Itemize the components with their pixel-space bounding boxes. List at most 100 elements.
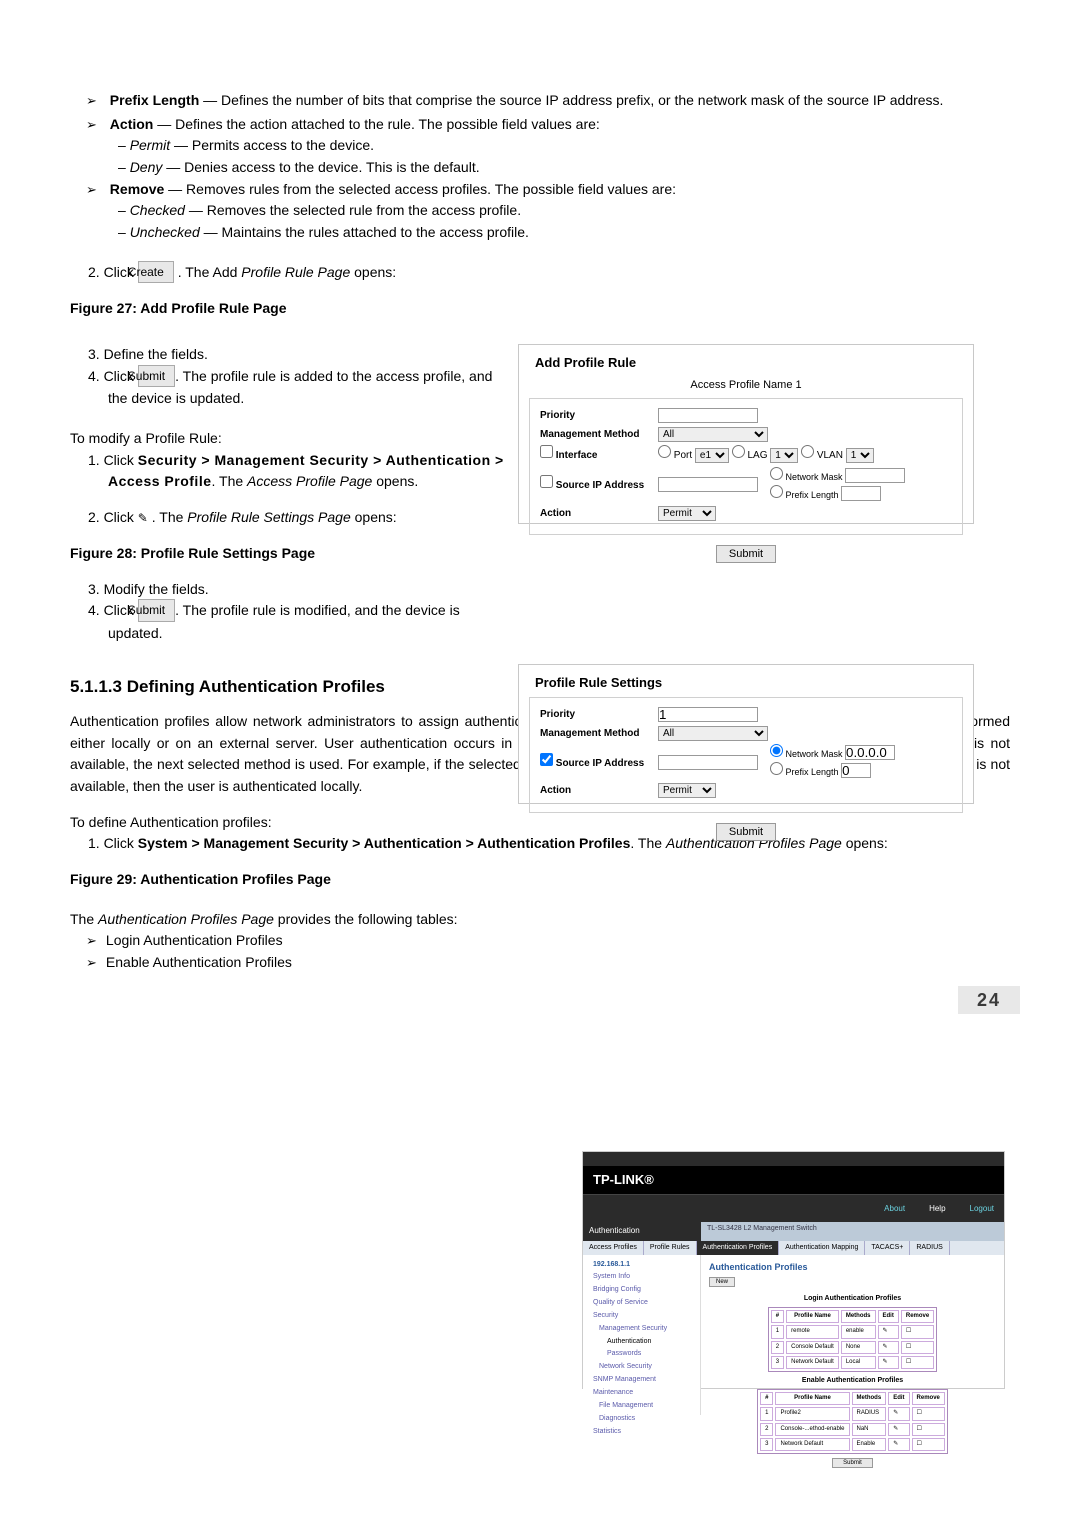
bullet-prefix-length: Prefix Length — Defines the number of bi… [86, 90, 1010, 112]
shot-brand: TP-LINK® [583, 1166, 1004, 1194]
side-item[interactable]: SNMP Management [587, 1374, 696, 1387]
text: Login Authentication Profiles [106, 932, 283, 948]
priority-label: Priority [540, 408, 658, 424]
plen-radio[interactable]: Prefix Length [770, 485, 905, 503]
action-select[interactable]: Permit [658, 506, 716, 521]
li-login-auth: Login Authentication Profiles [86, 930, 1010, 952]
port-radio[interactable]: Port e1 [658, 445, 729, 464]
modify-3: 3. Modify the fields. [70, 579, 510, 601]
side-item[interactable]: Maintenance [587, 1387, 696, 1400]
figure-27-caption: Figure 27: Add Profile Rule Page [70, 298, 1010, 320]
text: Enable Authentication Profiles [106, 954, 292, 970]
step-4: 4. Click Submit. The profile rule is add… [70, 366, 510, 410]
iface-checkbox[interactable] [540, 445, 553, 458]
logout-link[interactable]: Logout [970, 1195, 994, 1222]
help-link[interactable]: Help [929, 1195, 945, 1222]
label: Checked [130, 202, 185, 218]
define-intro: To define Authentication profiles: [70, 812, 1010, 834]
sip-label: Source IP Address [540, 475, 658, 494]
plen-radio[interactable]: Prefix Length [770, 762, 895, 780]
submit-button[interactable]: Submit [138, 599, 175, 622]
side-item[interactable]: Authentication [587, 1336, 696, 1349]
side-item[interactable]: 192.168.1.1 [587, 1259, 696, 1272]
action-select[interactable]: Permit [658, 783, 716, 798]
tab[interactable]: Authentication Mapping [779, 1241, 865, 1255]
add-profile-rule-panel: Add Profile Rule Access Profile Name 1 P… [518, 344, 974, 524]
define-1: 1. Click System > Management Security > … [70, 833, 1010, 855]
side-item[interactable]: Quality of Service [587, 1297, 696, 1310]
sip-checkbox[interactable] [540, 753, 553, 766]
modify-1: 1. Click Security > Management Security … [70, 450, 510, 493]
sip-input[interactable] [658, 477, 758, 492]
text: opens: [351, 509, 397, 525]
table1-title: Login Authentication Profiles [709, 1294, 996, 1305]
label: Remove [110, 181, 164, 197]
mgmt-select[interactable]: All [658, 427, 768, 442]
table-row: 2Console DefaultNone✎☐ [771, 1341, 934, 1354]
submit-button[interactable]: Submit [716, 823, 776, 841]
text: 2. Click [88, 509, 138, 525]
action-label: Action [540, 506, 658, 522]
text: — Removes the selected rule from the acc… [185, 202, 521, 218]
iface-label: Interface [540, 445, 658, 464]
enable-auth-table: #Profile NameMethodsEditRemove 1Profile2… [757, 1389, 948, 1454]
text: — Denies access to the device. This is t… [162, 159, 479, 175]
side-item[interactable]: Diagnostics [587, 1413, 696, 1426]
priority-input[interactable] [658, 707, 758, 722]
sip-checkbox[interactable] [540, 475, 553, 488]
sip-input[interactable] [658, 755, 758, 770]
tab[interactable]: RADIUS [910, 1241, 949, 1255]
submit-button[interactable]: Submit [716, 545, 776, 563]
tab[interactable]: Profile Rules [644, 1241, 697, 1255]
lag-radio[interactable]: LAG 1 [732, 445, 799, 464]
page-name: Access Profile Page [247, 473, 372, 489]
para-tables: The Authentication Profiles Page provide… [70, 909, 500, 931]
side-item[interactable]: Security [587, 1310, 696, 1323]
shot-main: Authentication Profiles New Login Authen… [701, 1255, 1004, 1415]
figure-29-caption: Figure 29: Authentication Profiles Page [70, 869, 1010, 891]
mgmt-label: Management Method [540, 726, 658, 742]
text: — Removes rules from the selected access… [164, 181, 676, 197]
priority-input[interactable] [658, 408, 758, 423]
table-row: 1Profile2RADIUS✎☐ [760, 1407, 945, 1420]
panel-title: Profile Rule Settings [519, 673, 973, 693]
step-3: 3. Define the fields. [70, 344, 510, 366]
page-name: Authentication Profiles Page [98, 911, 274, 927]
tab-active[interactable]: Authentication Profiles [697, 1241, 780, 1255]
submit-button[interactable]: Submit [138, 365, 175, 388]
bullet-action: Action — Defines the action attached to … [86, 114, 1010, 136]
label: Deny [130, 159, 163, 175]
side-item[interactable]: Bridging Config [587, 1284, 696, 1297]
create-button[interactable]: Create [138, 261, 174, 284]
vlan-radio[interactable]: VLAN 1 [801, 445, 874, 464]
about-link[interactable]: About [884, 1195, 905, 1222]
page-name: Profile Rule Settings Page [187, 509, 350, 525]
text: . The [148, 509, 187, 525]
table-row: 1remoteenable✎☐ [771, 1325, 934, 1338]
table2-title: Enable Authentication Profiles [709, 1376, 996, 1387]
figure-28-caption: Figure 28: Profile Rule Settings Page [70, 543, 510, 565]
side-item[interactable]: System Info [587, 1271, 696, 1284]
side-item[interactable]: Passwords [587, 1348, 696, 1361]
side-item[interactable]: Management Security [587, 1323, 696, 1336]
nmask-radio[interactable]: Network Mask [770, 744, 895, 762]
shot-sidebar: 192.168.1.1 System Info Bridging Config … [583, 1255, 701, 1415]
table-row: 3Network DefaultEnable✎☐ [760, 1438, 945, 1451]
table-row: 3Network DefaultLocal✎☐ [771, 1356, 934, 1369]
shot-heading: Authentication Profiles [709, 1261, 996, 1275]
table-row: 2Console-...ethod-enableNaN✎☐ [760, 1423, 945, 1436]
text: opens: [350, 264, 396, 280]
mgmt-select[interactable]: All [658, 726, 768, 741]
submit-button[interactable]: Submit [832, 1458, 873, 1468]
text: — Permits access to the device. [170, 137, 374, 153]
li-enable-auth: Enable Authentication Profiles [86, 952, 1010, 974]
side-item[interactable]: File Management [587, 1400, 696, 1413]
subitem-unchecked: – Unchecked — Maintains the rules attach… [70, 222, 1010, 244]
nmask-radio[interactable]: Network Mask [770, 467, 905, 485]
tab[interactable]: Access Profiles [583, 1241, 644, 1255]
tab[interactable]: TACACS+ [865, 1241, 910, 1255]
authentication-profiles-screenshot: TP-LINK® About Help Logout Authenticatio… [582, 1151, 1005, 1389]
side-item[interactable]: Statistics [587, 1426, 696, 1439]
new-button[interactable]: New [709, 1277, 735, 1287]
side-item[interactable]: Network Security [587, 1361, 696, 1374]
